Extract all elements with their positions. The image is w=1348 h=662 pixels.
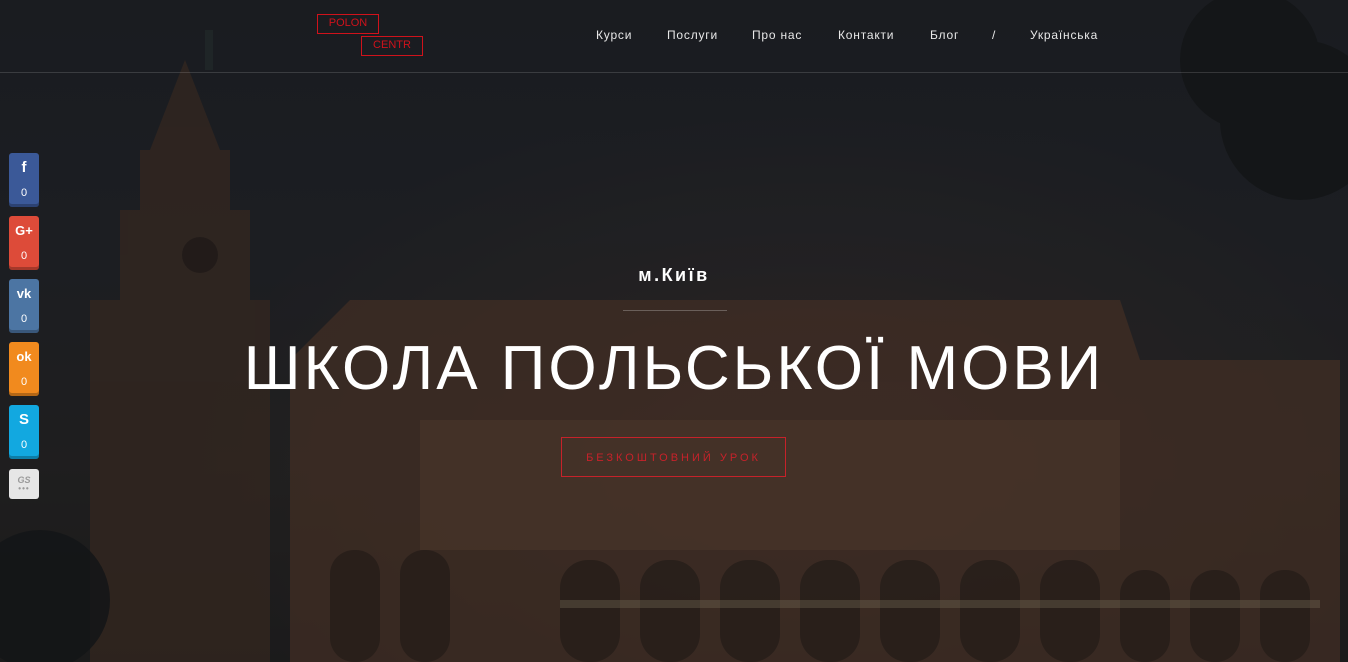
vk-icon: vk: [16, 286, 32, 301]
nav-separator: /: [992, 28, 997, 42]
logo-line1: POLON: [317, 14, 379, 34]
google-plus-icon: G+: [15, 223, 33, 238]
divider: [623, 310, 727, 311]
getsocial-button[interactable]: GS •••: [9, 469, 39, 499]
nav-item-contacts[interactable]: Контакти: [838, 28, 894, 42]
free-lesson-button[interactable]: БЕЗКОШТОВНИЙ УРОК: [561, 437, 786, 477]
dark-overlay: [0, 0, 1348, 662]
page-title: ШКОЛА ПОЛЬСЬКОЇ МОВИ: [243, 334, 1105, 403]
google-plus-share-button[interactable]: G+ 0: [9, 216, 39, 270]
hero-section: POLON CENTR Курси Послуги Про нас Контак…: [0, 0, 1348, 662]
share-count: 0: [20, 187, 28, 199]
logo[interactable]: POLON CENTR: [317, 14, 425, 58]
site-header: POLON CENTR Курси Послуги Про нас Контак…: [0, 0, 1348, 73]
nav-item-blog[interactable]: Блог: [930, 28, 959, 42]
skype-icon: S: [18, 411, 29, 428]
share-count: 0: [20, 313, 28, 325]
facebook-share-button[interactable]: f 0: [9, 153, 39, 207]
language-selector[interactable]: Українська: [1030, 28, 1098, 42]
city-label: м.Київ: [638, 265, 710, 285]
share-count: 0: [20, 439, 28, 451]
nav-item-services[interactable]: Послуги: [667, 28, 718, 42]
vk-share-button[interactable]: vk 0: [9, 279, 39, 333]
facebook-icon: f: [21, 159, 27, 176]
logo-line2: CENTR: [361, 36, 423, 56]
skype-share-button[interactable]: S 0: [9, 405, 39, 459]
nav-item-courses[interactable]: Курси: [596, 28, 632, 42]
nav-item-about[interactable]: Про нас: [752, 28, 802, 42]
more-dots-icon: •••: [18, 484, 30, 493]
share-count: 0: [20, 250, 28, 262]
